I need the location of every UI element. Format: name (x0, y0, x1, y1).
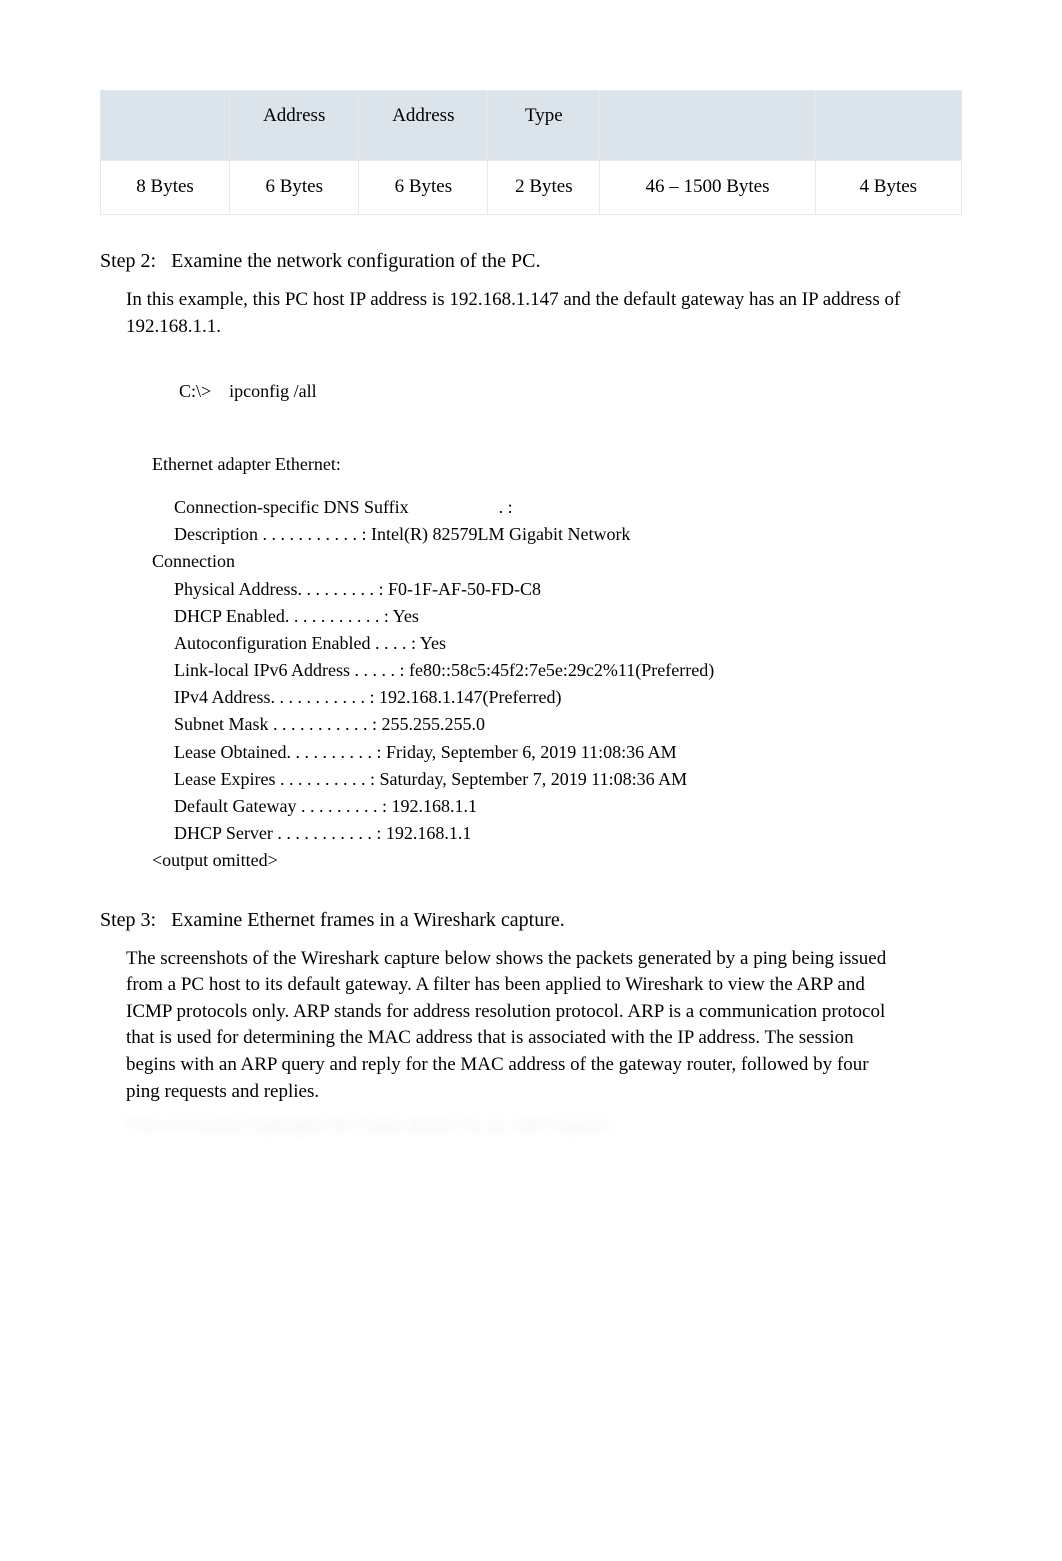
step2-heading: Step 2: Examine the network configuratio… (100, 247, 962, 275)
frame-format-table: Address Address Type 8 Bytes 6 Bytes 6 B… (100, 90, 962, 215)
cfg-line: Connection-specific DNS Suffix . : (152, 495, 902, 520)
table-cell: 2 Bytes (488, 161, 600, 215)
header-cell (815, 91, 961, 161)
cmd-prompt: C:\> (179, 381, 211, 401)
cfg-line: Link-local IPv6 Address . . . . . : fe80… (152, 658, 902, 683)
header-cell: Address (230, 91, 359, 161)
output-omitted: <output omitted> (152, 848, 902, 873)
header-cell: Address (359, 91, 488, 161)
table-cell: 46 – 1500 Bytes (600, 161, 815, 215)
header-cell (101, 91, 230, 161)
table-header-row: Address Address Type (101, 91, 962, 161)
step-label: Step 2: (100, 247, 156, 275)
step2-body: In this example, this PC host IP address… (126, 287, 902, 874)
cfg-line: Subnet Mask . . . . . . . . . . . : 255.… (152, 712, 902, 737)
cfg-line: Physical Address. . . . . . . . . : F0-1… (152, 577, 902, 602)
cfg-line: IPv4 Address. . . . . . . . . . . : 192.… (152, 685, 902, 710)
cmd-text: ipconfig /all (229, 381, 316, 401)
table-cell: 8 Bytes (101, 161, 230, 215)
step3-heading: Step 3: Examine Ethernet frames in a Wir… (100, 906, 962, 934)
cfg-line: Lease Expires . . . . . . . . . . : Satu… (152, 767, 902, 792)
table-cell: 6 Bytes (359, 161, 488, 215)
header-cell (600, 91, 815, 161)
adapter-heading: Ethernet adapter Ethernet: (152, 452, 902, 477)
table-cell: 4 Bytes (815, 161, 961, 215)
step-label: Step 3: (100, 906, 156, 934)
table-cell: 6 Bytes (230, 161, 359, 215)
cfg-line: Default Gateway . . . . . . . . . : 192.… (152, 794, 902, 819)
cfg-line: DHCP Server . . . . . . . . . . . : 192.… (152, 821, 902, 846)
cfg-line: DHCP Enabled. . . . . . . . . . . : Yes (152, 604, 902, 629)
step-title: Examine Ethernet frames in a Wireshark c… (171, 909, 565, 931)
cfg-line: Lease Obtained. . . . . . . . . . : Frid… (152, 740, 902, 765)
cfg-line-wrap: Connection (152, 549, 902, 574)
table-row: 8 Bytes 6 Bytes 6 Bytes 2 Bytes 46 – 150… (101, 161, 962, 215)
cfg-line: Description . . . . . . . . . . . : Inte… (152, 522, 902, 547)
step3-body: The screenshots of the Wireshark capture… (126, 946, 902, 1140)
step2-intro: In this example, this PC host IP address… (126, 287, 902, 340)
blurred-text: This screenshot highlights the frame det… (126, 1113, 902, 1140)
ipconfig-output: C:\> ipconfig /all Ethernet adapter Ethe… (152, 354, 902, 873)
header-cell: Type (488, 91, 600, 161)
cfg-line: Autoconfiguration Enabled . . . . : Yes (152, 631, 902, 656)
step-title: Examine the network configuration of the… (171, 250, 540, 272)
step3-para: The screenshots of the Wireshark capture… (126, 946, 902, 1106)
